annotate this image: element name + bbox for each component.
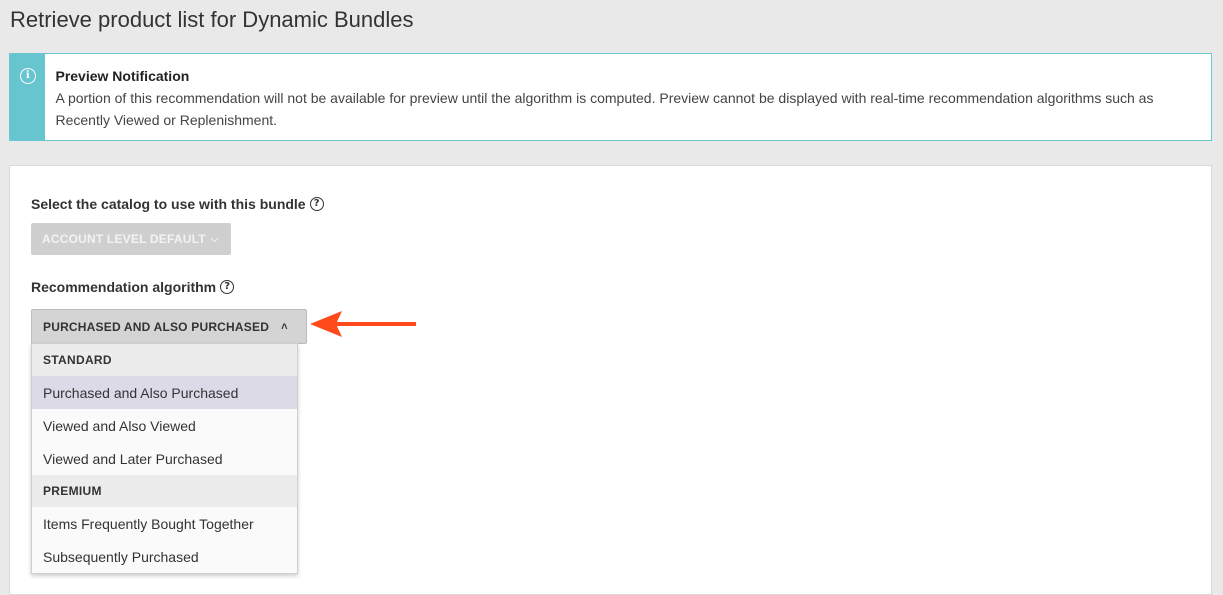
algorithm-dropdown-menu: STANDARD Purchased and Also Purchased Vi… (31, 343, 298, 574)
chevron-down-icon: ⌵ (210, 233, 219, 245)
algorithm-dropdown-label: PURCHASED AND ALSO PURCHASED (43, 319, 270, 334)
chevron-up-icon: ˄ (281, 320, 288, 333)
catalog-dropdown-label: ACCOUNT LEVEL DEFAULT (42, 232, 206, 246)
arrow-left-icon (310, 311, 416, 337)
menu-item-purchased-and-also-purchased[interactable]: Purchased and Also Purchased (32, 376, 297, 409)
menu-item-viewed-and-also-viewed[interactable]: Viewed and Also Viewed (32, 409, 297, 442)
algorithm-dropdown-button[interactable]: PURCHASED AND ALSO PURCHASED ˄ (31, 309, 307, 344)
menu-item-items-frequently-bought-together[interactable]: Items Frequently Bought Together (32, 507, 297, 540)
bundle-settings-panel: Select the catalog to use with this bund… (9, 165, 1212, 595)
catalog-label: Select the catalog to use with this bund… (31, 196, 324, 212)
catalog-label-text: Select the catalog to use with this bund… (31, 196, 306, 212)
preview-notification: i Preview Notification A portion of this… (9, 53, 1212, 141)
menu-item-subsequently-purchased[interactable]: Subsequently Purchased (32, 540, 297, 573)
notification-text: A portion of this recommendation will no… (55, 90, 1154, 128)
notification-accent-bar: i (10, 54, 46, 140)
menu-group-standard: STANDARD (32, 344, 297, 376)
menu-item-viewed-and-later-purchased[interactable]: Viewed and Later Purchased (32, 442, 297, 475)
catalog-dropdown-button: ACCOUNT LEVEL DEFAULT ⌵ (31, 223, 231, 255)
info-icon: i (19, 68, 36, 84)
algorithm-label: Recommendation algorithm ? (31, 279, 235, 295)
notification-title: Preview Notification (55, 68, 190, 84)
menu-group-premium: PREMIUM (32, 475, 297, 507)
algorithm-label-text: Recommendation algorithm (31, 279, 217, 295)
page-title: Retrieve product list for Dynamic Bundle… (10, 7, 414, 32)
help-icon[interactable]: ? (220, 280, 235, 294)
help-icon[interactable]: ? (309, 197, 324, 211)
